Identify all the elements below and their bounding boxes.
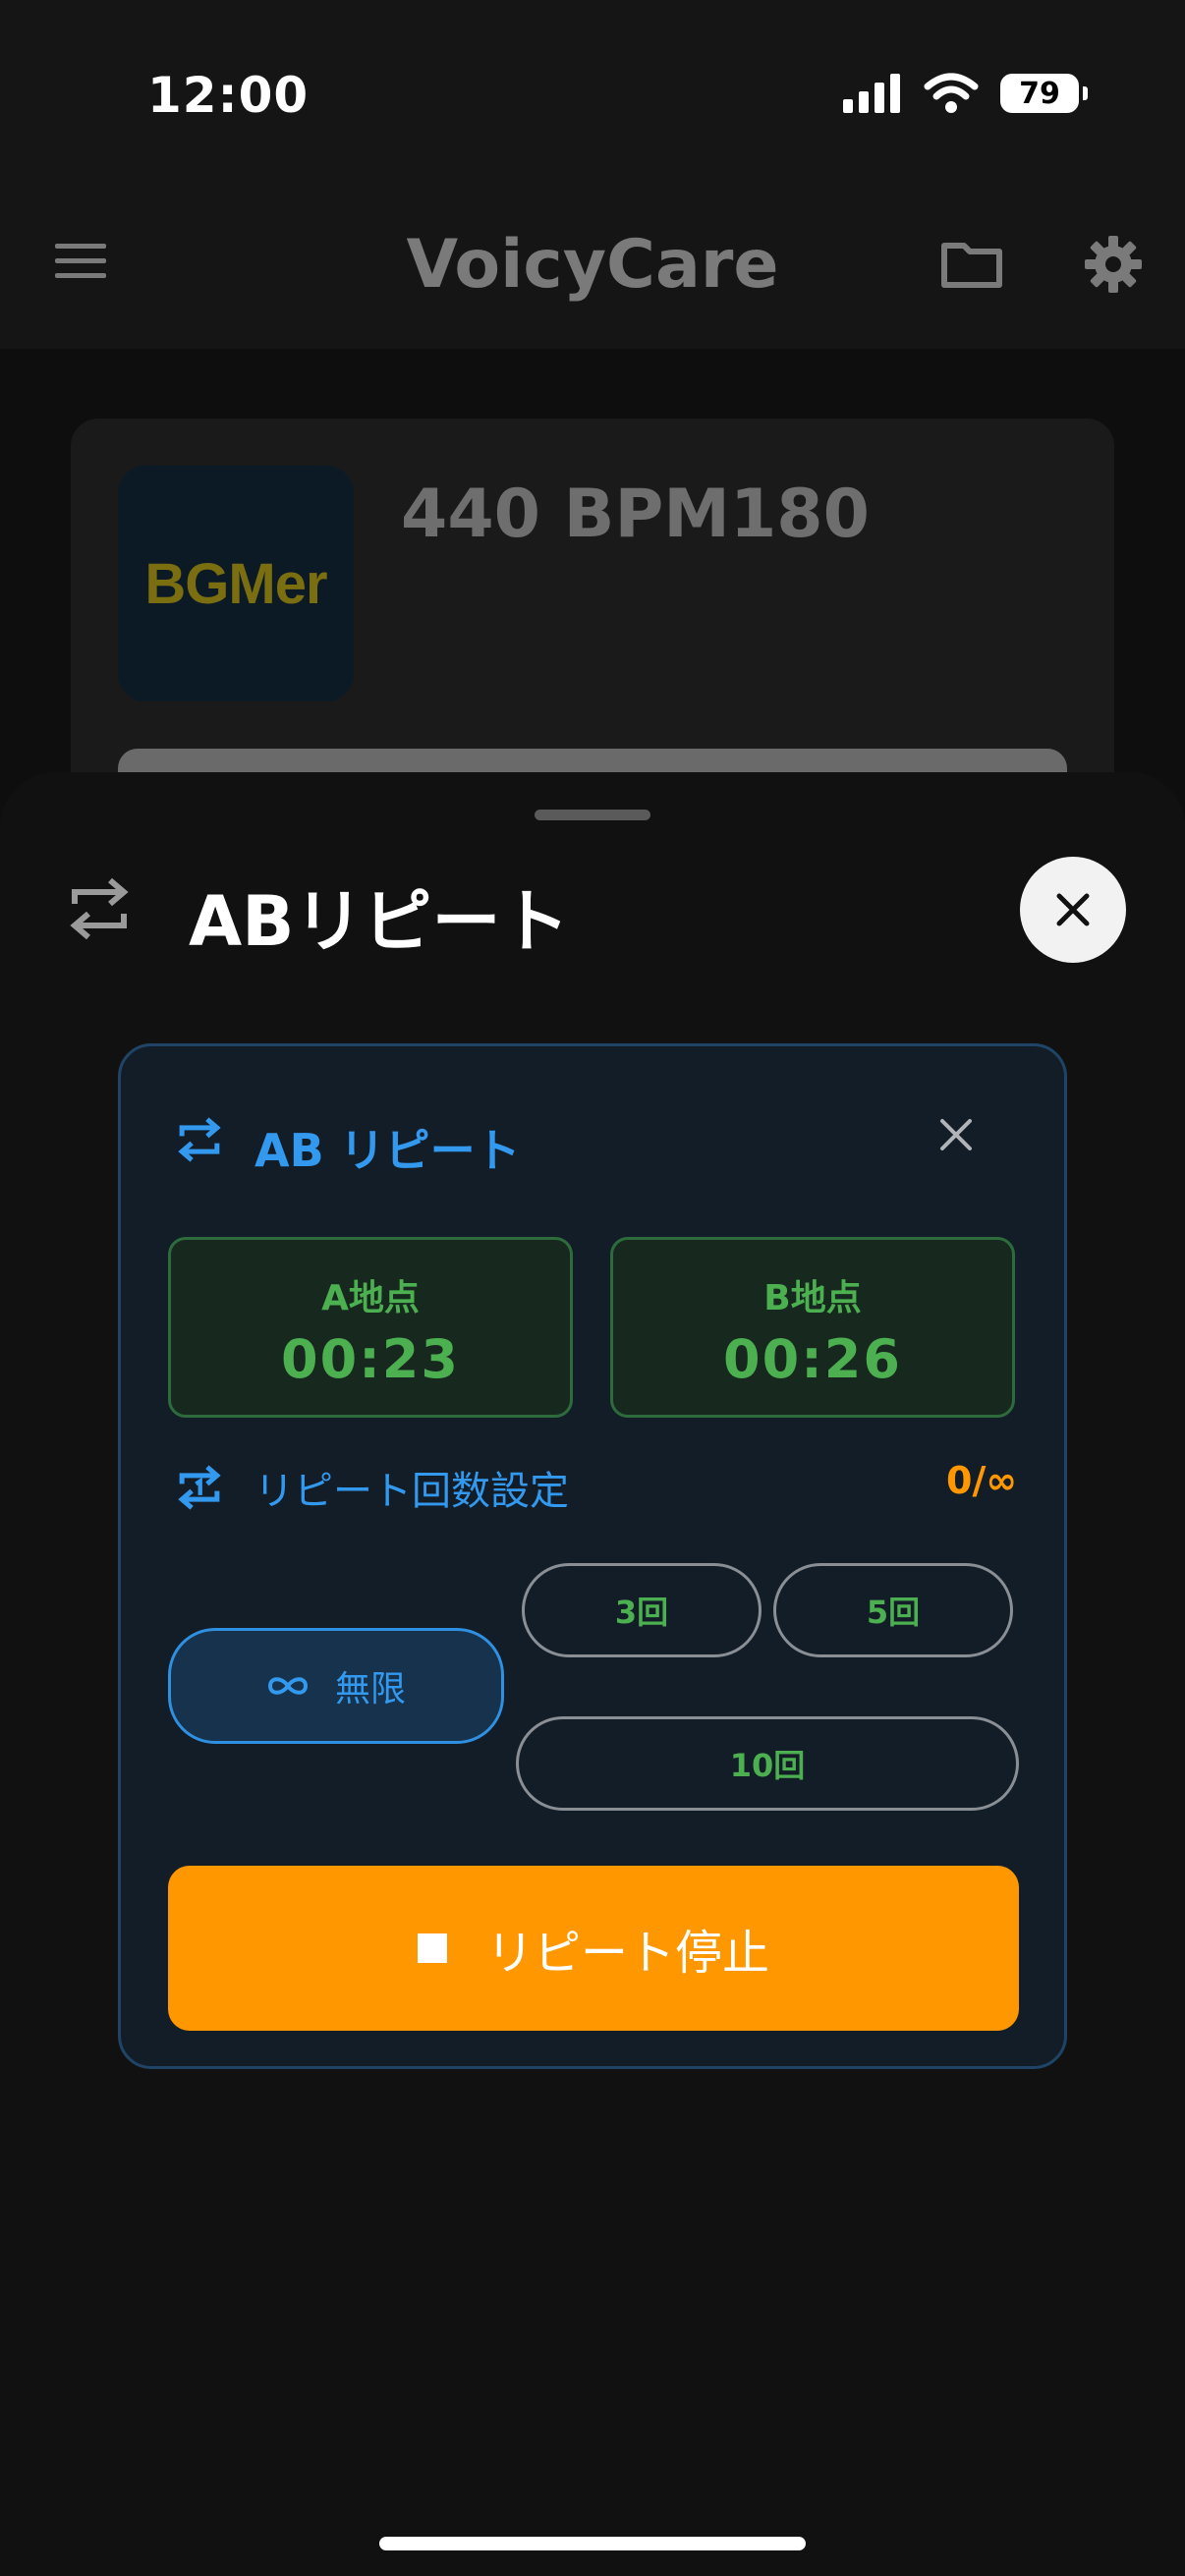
sheet-title: ABリピート	[189, 881, 570, 962]
repeat-one-icon	[176, 1463, 223, 1516]
status-time: 12:00	[147, 67, 310, 124]
track-card[interactable]: BGMer 440 BPM180	[71, 419, 1114, 812]
infinity-icon	[267, 1677, 308, 1695]
stop-repeat-label: リピート停止	[485, 1926, 769, 1981]
ab-repeat-panel: AB リピート A地点 00:23 B地点 00:26 リピート回数設定 0/∞…	[118, 1043, 1067, 2069]
app-title: VoicyCare	[406, 226, 779, 304]
point-b-box[interactable]: B地点 00:26	[610, 1237, 1015, 1418]
track-title: 440 BPM180	[401, 476, 870, 553]
close-icon	[940, 1119, 972, 1150]
repeat-count-label: リピート回数設定	[254, 1469, 569, 1514]
status-icons: 79	[843, 73, 1088, 114]
point-a-label: A地点	[321, 1278, 420, 1318]
point-b-time: 00:26	[723, 1328, 902, 1390]
stop-repeat-button[interactable]: リピート停止	[168, 1866, 1019, 2031]
home-indicator[interactable]	[379, 2537, 806, 2550]
track-artwork-text: BGMer	[144, 551, 327, 616]
repeat-10-button[interactable]: 10回	[516, 1716, 1019, 1811]
wifi-icon	[924, 73, 979, 113]
panel-title: AB リピート	[254, 1124, 521, 1177]
point-b-label: B地点	[763, 1278, 862, 1318]
sheet-drag-handle[interactable]	[535, 810, 650, 820]
signal-icon	[843, 74, 900, 113]
track-artwork: BGMer	[118, 466, 354, 701]
repeat-icon	[176, 1115, 223, 1168]
point-a-time: 00:23	[281, 1328, 460, 1390]
sheet-close-button[interactable]	[1020, 857, 1126, 963]
battery-level: 79	[1019, 76, 1060, 111]
repeat-infinite-button[interactable]: 無限	[168, 1628, 504, 1744]
repeat-10-label: 10回	[729, 1747, 806, 1784]
gear-icon[interactable]	[1083, 234, 1144, 295]
repeat-5-label: 5回	[866, 1594, 921, 1631]
stop-icon	[417, 1933, 447, 1963]
repeat-3-label: 3回	[614, 1594, 669, 1631]
close-icon	[1056, 893, 1090, 926]
status-bar: 12:00 79	[0, 0, 1185, 187]
repeat-5-button[interactable]: 5回	[773, 1563, 1013, 1657]
repeat-icon	[67, 874, 132, 947]
repeat-infinite-label: 無限	[334, 1669, 406, 1709]
repeat-count-value: 0/∞	[946, 1459, 1017, 1502]
battery-indicator: 79	[1000, 74, 1088, 113]
panel-close-button[interactable]	[934, 1113, 978, 1160]
folder-icon[interactable]	[939, 236, 1004, 291]
repeat-3-button[interactable]: 3回	[522, 1563, 762, 1657]
point-a-box[interactable]: A地点 00:23	[168, 1237, 573, 1418]
